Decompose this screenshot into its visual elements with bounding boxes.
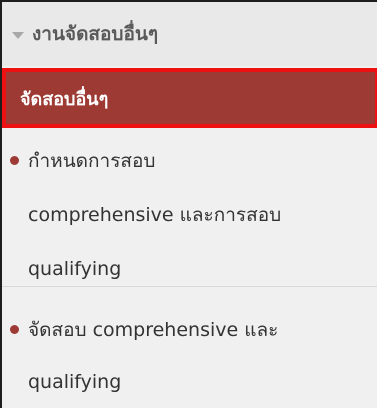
menu-item-other-exams-active[interactable]: จัดสอบอื่นๆ [2, 68, 377, 128]
bullet-icon [10, 325, 19, 334]
caret-down-icon[interactable] [12, 31, 24, 39]
menu-item-exam-schedule[interactable]: กำหนดการสอบ comprehensive และการสอบ qual… [2, 132, 377, 284]
menu-item-label-line-2: comprehensive และการสอบ [28, 204, 282, 226]
menu-item-label-line-2: qualifying [28, 371, 122, 393]
menu-item-label-line-1: จัดสอบ comprehensive และ [28, 319, 279, 341]
menu-item-label: จัดสอบอื่นๆ [20, 88, 109, 110]
menu-item-label-line-3: qualifying [28, 258, 122, 280]
menu-item-conduct-exam[interactable]: จัดสอบ comprehensive และ qualifying [2, 286, 377, 408]
sidebar-menu: งานจัดสอบอื่นๆ จัดสอบอื่นๆ กำหนดการสอบ c… [0, 0, 377, 408]
menu-item-label-line-1: กำหนดการสอบ [28, 150, 156, 172]
menu-section-header[interactable]: งานจัดสอบอื่นๆ [2, 2, 377, 66]
bullet-icon [10, 156, 19, 165]
menu-section-title: งานจัดสอบอื่นๆ [32, 23, 159, 45]
